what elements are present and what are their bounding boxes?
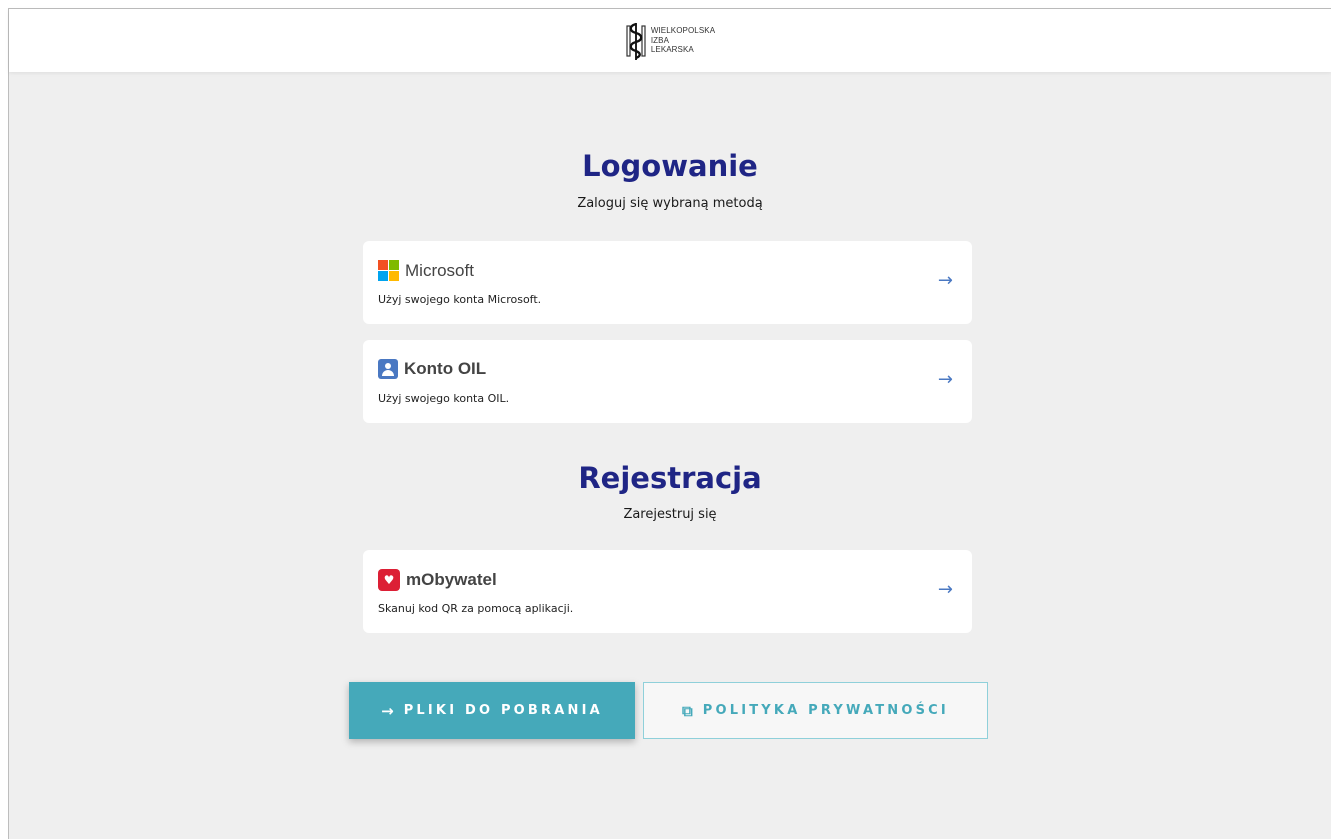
- register-title: Rejestracja: [578, 461, 762, 495]
- logo-text: WIELKOPOLSKA IZBA LEKARSKA: [651, 26, 715, 55]
- logo-line: WIELKOPOLSKA: [650, 26, 716, 36]
- arrow-right-icon: →: [937, 270, 953, 291]
- login-option-konto-oil[interactable]: Konto OIL Użyj swojego konta OIL. →: [363, 340, 972, 423]
- option-name: mObywatel: [406, 570, 497, 589]
- arrow-right-icon: →: [937, 369, 953, 390]
- privacy-policy-button[interactable]: ⧉ POLITYKA PRYWATNOŚCI: [643, 682, 988, 739]
- mobywatel-eagle-icon: ♥: [378, 569, 400, 591]
- top-bar: WIELKOPOLSKA IZBA LEKARSKA: [9, 9, 1331, 72]
- downloads-button[interactable]: → PLIKI DO POBRANIA: [349, 682, 635, 739]
- option-name: Konto OIL: [404, 359, 487, 378]
- card-header: Microsoft: [378, 260, 474, 281]
- option-description: Skanuj kod QR za pomocą aplikacji.: [378, 602, 574, 615]
- login-option-microsoft[interactable]: Microsoft Użyj swojego konta Microsoft. …: [363, 241, 972, 324]
- option-description: Użyj swojego konta OIL.: [378, 392, 510, 405]
- wil-logo: WIELKOPOLSKA IZBA LEKARSKA: [625, 20, 715, 62]
- external-link-icon: ⧉: [682, 701, 693, 720]
- downloads-button-label: PLIKI DO POBRANIA: [403, 703, 603, 718]
- logo-line: IZBA: [650, 35, 670, 45]
- privacy-policy-button-label: POLITYKA PRYWATNOŚCI: [702, 703, 949, 718]
- arrow-right-icon: →: [937, 579, 953, 600]
- option-description: Użyj swojego konta Microsoft.: [378, 293, 542, 306]
- logo-line: LEKARSKA: [650, 45, 694, 55]
- option-name: Microsoft: [405, 260, 474, 280]
- login-title: Logowanie: [582, 149, 758, 183]
- microsoft-logo-icon: [378, 260, 399, 281]
- card-header: ♥ mObywatel: [378, 569, 497, 591]
- user-badge-icon: [378, 359, 398, 379]
- staff-of-asclepius-icon: [626, 22, 646, 60]
- arrow-right-icon: →: [381, 701, 394, 720]
- register-subtitle: Zarejestruj się: [623, 507, 717, 522]
- page-frame: WIELKOPOLSKA IZBA LEKARSKA Logowanie Zal…: [8, 8, 1331, 839]
- card-header: Konto OIL: [378, 359, 486, 379]
- login-subtitle: Zaloguj się wybraną metodą: [577, 196, 763, 211]
- register-option-mobywatel[interactable]: ♥ mObywatel Skanuj kod QR za pomocą apli…: [363, 550, 972, 633]
